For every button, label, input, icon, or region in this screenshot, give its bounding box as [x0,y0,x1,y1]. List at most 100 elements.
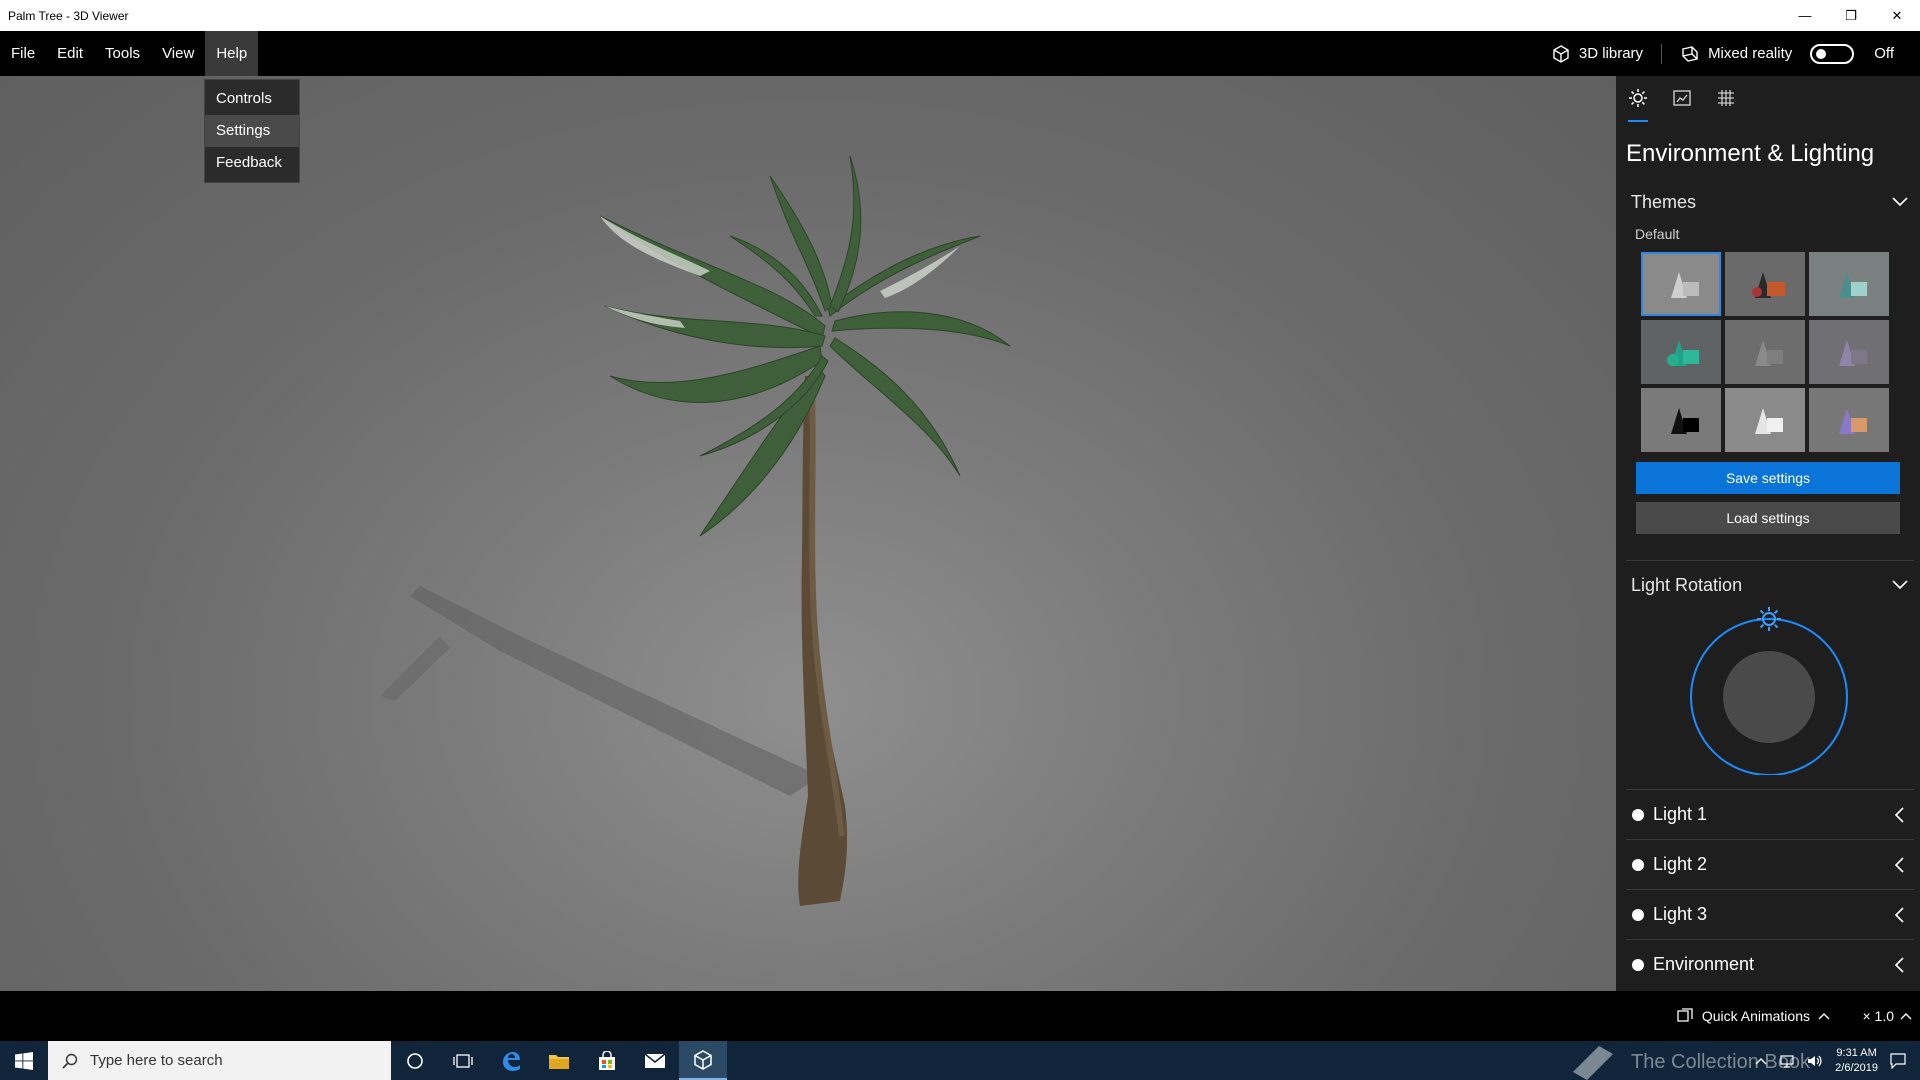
chevron-left-icon [1894,806,1904,823]
menu-tools[interactable]: Tools [94,31,151,76]
chevron-left-icon [1894,956,1904,973]
panel-heading: Environment & Lighting [1626,140,1875,167]
task-view-icon [453,1053,473,1068]
chevron-up-icon [1818,1013,1830,1020]
tab-grid[interactable] [1713,88,1739,122]
grid-icon [1718,90,1734,106]
cortana-icon [407,1052,423,1069]
cortana-button[interactable] [391,1041,439,1080]
menu-file[interactable]: File [0,31,46,76]
themes-label: Themes [1631,191,1697,212]
animation-bar: Quick Animations × 1.0 [0,991,1920,1041]
light-label: Light 3 [1653,904,1708,924]
edge-button[interactable] [487,1041,535,1080]
3d-viewer-icon [694,1049,712,1070]
animation-icon [1677,1008,1693,1022]
theme-thumbnail[interactable] [1809,388,1889,452]
chevron-up-icon[interactable] [1755,1057,1767,1065]
theme-thumbnail[interactable] [1809,252,1889,316]
sun-icon [1629,89,1647,107]
theme-thumbnail[interactable] [1725,252,1805,316]
panel-tabs [1616,76,1920,122]
quick-animations-label: Quick Animations [1701,1008,1810,1024]
chevron-left-icon [1894,856,1904,873]
title-bar: Palm Tree - 3D Viewer — ❐ ✕ [0,0,1920,31]
theme-grid [1616,242,1920,452]
menu-view[interactable]: View [151,31,205,76]
light-rotation-label: Light Rotation [1631,574,1743,595]
book-logo-icon [1573,1046,1614,1080]
menu-help[interactable]: Help [205,31,259,76]
store-bag-icon [599,1050,615,1070]
light-row-2[interactable]: Light 2 [1626,839,1914,889]
clock[interactable]: 9:31 AM 2/6/2019 [1835,1046,1878,1076]
chevron-left-icon [1894,906,1904,923]
mail-button[interactable] [631,1041,679,1080]
theme-thumbnail[interactable] [1725,388,1805,452]
light-color-dot [1632,808,1644,821]
window-title: Palm Tree - 3D Viewer [8,8,129,23]
mixed-reality-icon [1682,45,1698,62]
light-row-1[interactable]: Light 1 [1626,789,1914,839]
light-label: Light 1 [1653,804,1708,824]
network-icon[interactable] [1779,1054,1795,1068]
themes-section-header[interactable]: Themes [1616,190,1920,214]
clock-date: 2/6/2019 [1835,1061,1878,1074]
menu-item-controls[interactable]: Controls [205,83,299,115]
light-color-dot [1632,958,1644,971]
taskbar-search-box[interactable]: Type here to search [48,1041,391,1080]
file-explorer-button[interactable] [535,1041,583,1080]
maximize-button[interactable]: ❐ [1828,0,1874,31]
default-theme-label: Default [1635,226,1680,242]
theme-thumbnail[interactable] [1809,320,1889,384]
theme-thumbnail[interactable] [1641,252,1721,316]
load-settings-button[interactable]: Load settings [1636,502,1900,534]
environment-panel: Environment & Lighting Themes Default Sa… [1616,76,1920,991]
edge-icon [503,1051,520,1071]
mixed-reality-toggle[interactable] [1810,43,1855,64]
task-view-button[interactable] [439,1041,487,1080]
palm-tree-model [380,155,1011,906]
menu-item-feedback[interactable]: Feedback [205,147,299,179]
light-rotation-section-header[interactable]: Light Rotation [1616,573,1920,597]
mixed-reality-control[interactable]: Mixed reality Off [1662,43,1920,64]
store-button[interactable] [583,1041,631,1080]
minimize-button[interactable]: — [1782,0,1828,31]
toggle-knob [1816,48,1827,59]
section-divider [1626,560,1914,561]
3d-viewer-taskbar-button[interactable] [679,1041,727,1080]
light-label: Light 2 [1653,854,1708,874]
playback-speed-control[interactable]: × 1.0 [1862,1008,1912,1024]
notifications-icon[interactable] [1890,1052,1906,1069]
theme-thumbnail[interactable] [1641,320,1721,384]
playback-speed-value: × 1.0 [1862,1008,1894,1024]
window-controls: — ❐ ✕ [1782,0,1920,31]
save-settings-button[interactable]: Save settings [1636,462,1900,494]
volume-icon[interactable] [1807,1054,1823,1068]
tab-stats[interactable] [1669,88,1695,122]
light-label: Environment [1653,954,1755,974]
3d-library-button[interactable]: 3D library [1533,43,1663,64]
quick-animations-button[interactable]: Quick Animations [1676,1008,1830,1024]
clock-time: 9:31 AM [1836,1046,1877,1059]
windows-logo-icon [15,1051,33,1070]
menu-item-settings[interactable]: Settings [205,115,299,147]
light-row-environment[interactable]: Environment [1626,939,1914,989]
light-row-3[interactable]: Light 3 [1626,889,1914,939]
start-button[interactable] [0,1041,48,1080]
close-button[interactable]: ✕ [1874,0,1920,31]
stats-icon [1673,90,1691,106]
3d-library-label: 3D library [1578,45,1644,62]
system-tray: 9:31 AM 2/6/2019 [1755,1041,1920,1080]
light-color-dot [1632,908,1644,921]
theme-thumbnail[interactable] [1641,388,1721,452]
3d-viewport[interactable] [0,76,1616,991]
light-rotation-dial[interactable] [1689,605,1849,776]
chevron-down-icon [1892,197,1908,207]
menu-edit[interactable]: Edit [46,31,94,76]
theme-thumbnail[interactable] [1725,320,1805,384]
cube-icon [1553,44,1569,63]
search-placeholder: Type here to search [90,1052,223,1069]
tab-lighting[interactable] [1625,88,1651,122]
search-icon [62,1053,78,1069]
